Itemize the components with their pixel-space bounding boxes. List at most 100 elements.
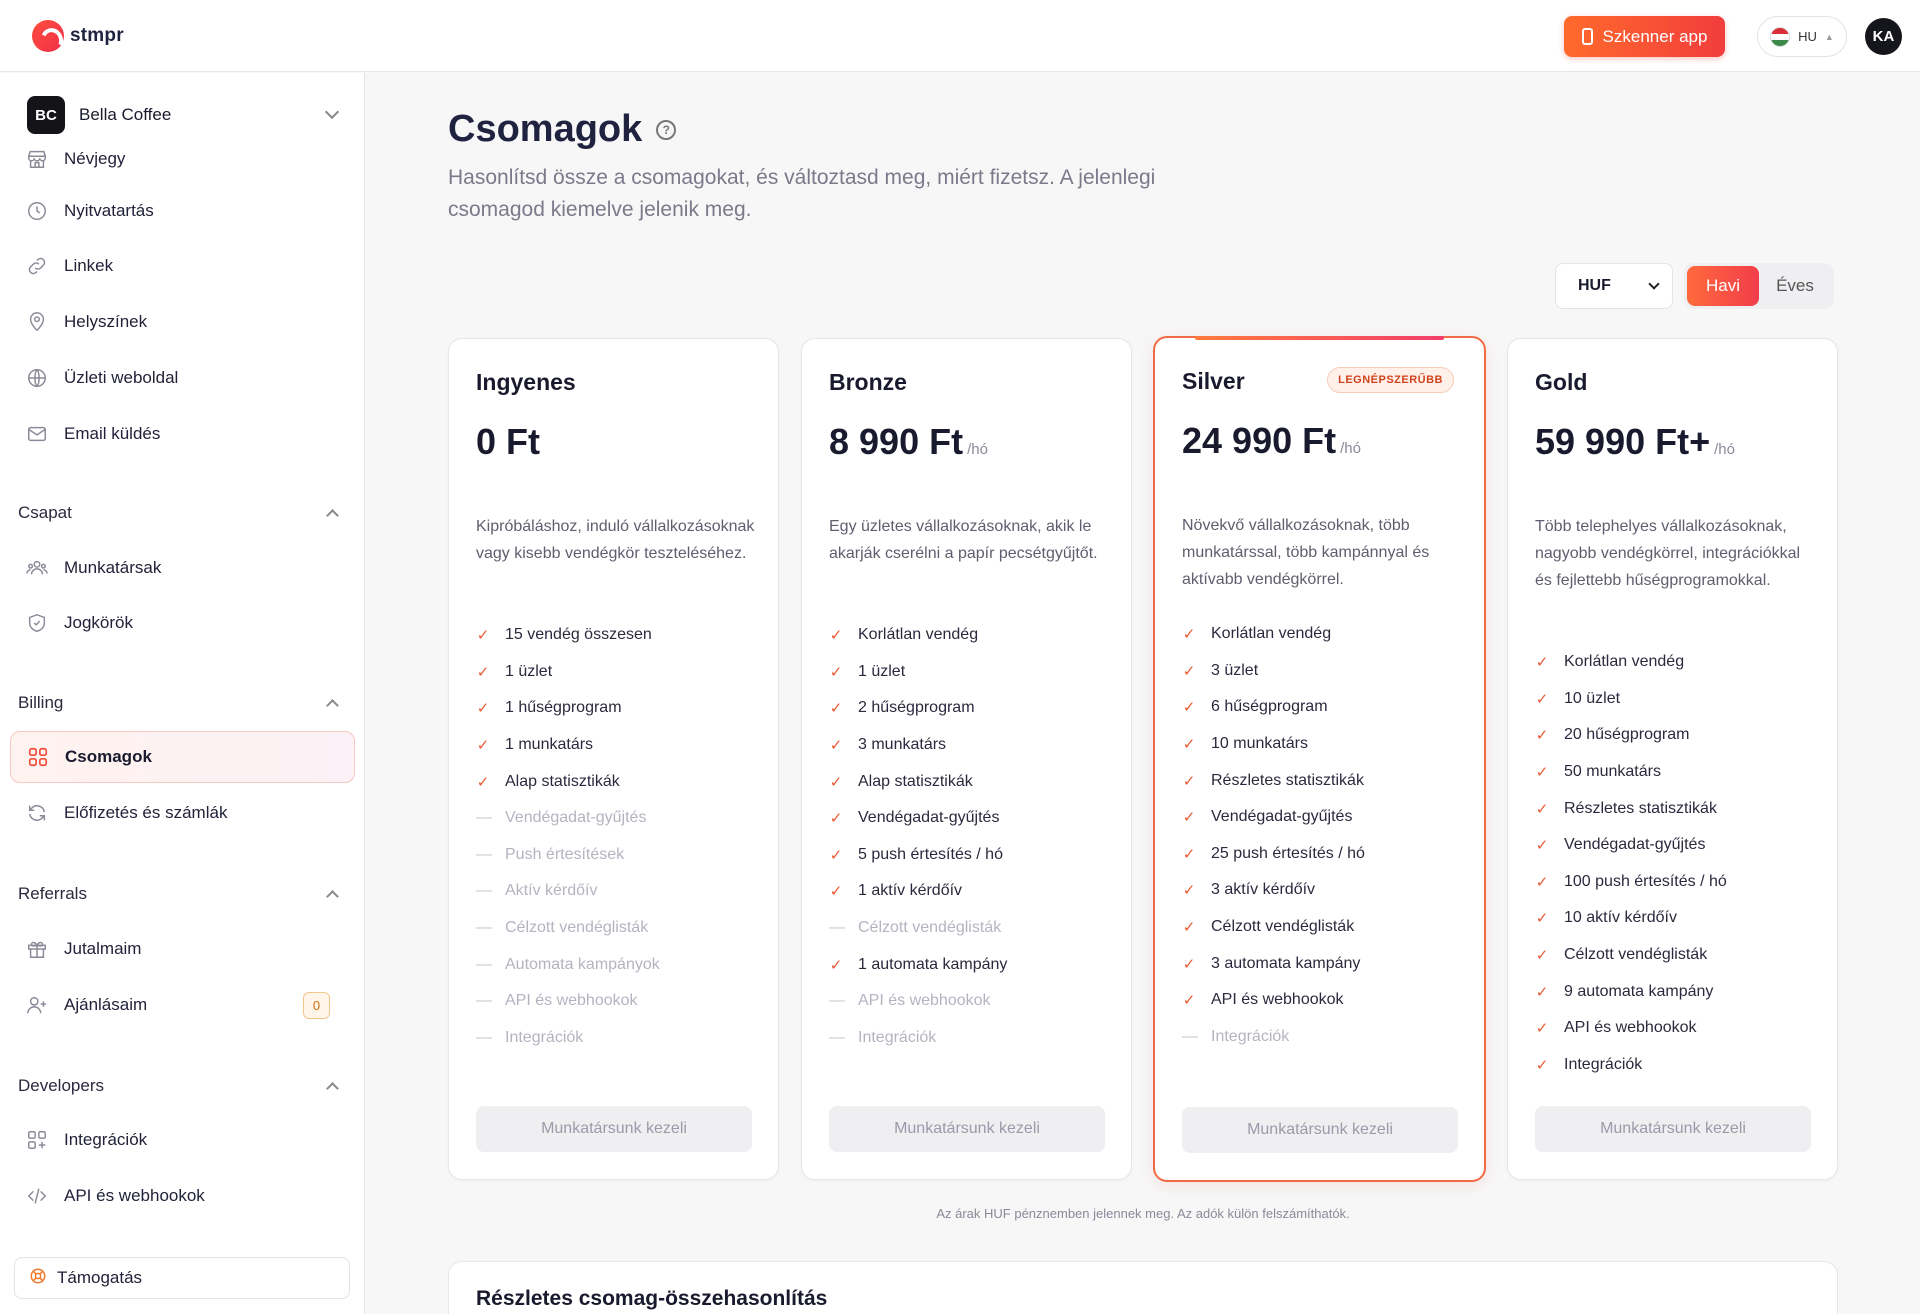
feature-item: ✓ 9 automata kampány [1535,973,1817,1010]
comparison-section: Részletes csomag-összehasonlítás [448,1261,1838,1314]
check-icon: ✓ [1182,626,1196,644]
dash-icon: — [476,882,492,900]
feature-item: — Integrációk [1182,1019,1464,1056]
plan-name: Gold [1535,369,1588,395]
plan-price: 8 990 Ft/hó [829,421,988,463]
feature-item: ✓ 3 automata kampány [1182,945,1464,982]
sidebar-item-linkek[interactable]: Linkek [10,240,355,292]
price-value: 0 Ft [476,421,541,462]
section-referrals[interactable]: Referrals [18,884,343,904]
phone-icon [1581,28,1593,45]
feature-list: ✓ Korlátlan vendég ✓ 10 üzlet ✓ 20 hűségprogr… [1535,644,1817,1083]
user-avatar[interactable]: KA [1865,18,1902,55]
sidebar-item-label: Üzleti weboldal [64,368,179,387]
check-icon: ✓ [1182,955,1196,973]
plan-action-button[interactable]: Munkatársunk kezeli [1535,1106,1811,1152]
feature-item: ✓ Célzott vendéglisták [1182,909,1464,946]
business-switcher[interactable]: BC Bella Coffee [27,95,340,135]
chevron-up-icon [326,509,339,522]
feature-item: ✓ API és webhookok [1182,982,1464,1019]
section-title: Developers [18,1076,104,1095]
section-developers[interactable]: Developers [18,1076,343,1096]
feature-item: ✓ Integrációk [1535,1047,1817,1084]
feature-text: Vendégadat-gyűjtés [1564,836,1706,854]
dash-icon: — [1182,1027,1198,1045]
language-selector[interactable]: HU ▲ [1757,16,1847,57]
sidebar-item-csomagok[interactable]: Csomagok [10,731,355,783]
plan-action-button[interactable]: Munkatársunk kezeli [829,1106,1105,1152]
support-button[interactable]: Támogatás [14,1257,350,1299]
check-icon: ✓ [1535,873,1549,891]
feature-item: ✓ 1 üzlet [476,654,758,691]
sidebar-item-label: Linkek [64,256,114,275]
feature-item: ✓ 6 hűségprogram [1182,689,1464,726]
feature-text: API és webhookok [1211,991,1344,1009]
feature-text: API és webhookok [505,992,638,1010]
feature-item: ✓ 15 vendég összesen [476,617,758,654]
plan-action-button[interactable]: Munkatársunk kezeli [476,1106,752,1152]
currency-select[interactable]: HUF [1555,263,1673,309]
check-icon: ✓ [1182,919,1196,937]
check-icon: ✓ [476,737,490,755]
sidebar-item-nyitvatartas[interactable]: Nyitvatartás [10,185,355,237]
dash-icon: — [476,919,492,937]
sidebar-item-uzleti-weboldal[interactable]: Üzleti weboldal [10,352,355,404]
section-team[interactable]: Csapat [18,503,343,523]
plan-action-button[interactable]: Munkatársunk kezeli [1182,1107,1458,1153]
page-subtitle: Hasonlítsd össze a csomagokat, és változ… [448,166,1156,221]
feature-item: ✓ Korlátlan vendég [829,617,1111,654]
feature-text: 25 push értesítés / hó [1211,844,1365,862]
sidebar-item-label: Integrációk [64,1130,148,1149]
logo[interactable]: stmpr [32,20,124,52]
sidebar-item-email-kuldes[interactable]: Email küldés [10,408,355,460]
scanner-app-button[interactable]: Szkenner app [1564,16,1725,57]
feature-item: ✓ Alap statisztikák [829,763,1111,800]
mail-icon [25,422,49,446]
check-icon: ✓ [1535,1020,1549,1038]
plan-name: Bronze [829,369,907,395]
feature-item: ✓ Vendégadat-gyűjtés [829,800,1111,837]
feature-item: ✓ 3 munkatárs [829,727,1111,764]
feature-item: ✓ 25 push értesítés / hó [1182,836,1464,873]
chevron-down-icon [1648,278,1660,290]
dash-icon: — [829,1028,845,1046]
plan-price: 0 Ft [476,421,540,463]
period-yearly-button[interactable]: Éves [1759,266,1831,306]
sidebar-item-elofizetes-es-szamlak[interactable]: Előfizetés és számlák [10,787,355,839]
sidebar-item-nevjegy[interactable]: Névjegy [10,133,355,185]
sidebar-item-helyszinek[interactable]: Helyszínek [10,296,355,348]
sidebar-item-api-es-webhookok[interactable]: API és webhookok [10,1170,355,1222]
check-icon: ✓ [829,700,843,718]
store-icon [25,147,49,171]
check-icon: ✓ [1535,983,1549,1001]
sidebar-item-jutalmaim[interactable]: Jutalmaim [10,923,355,975]
feature-item: — Push értesítések [476,837,758,874]
feature-text: Integrációk [1564,1055,1643,1073]
sidebar-item-ajanlasaim[interactable]: Ajánlásaim 0 [10,979,355,1031]
sidebar-item-jogkorok[interactable]: Jogkörök [10,597,355,649]
sidebar-item-label: Jutalmaim [64,939,142,958]
help-icon[interactable]: ? [656,119,677,140]
feature-text: 1 üzlet [858,662,906,680]
sidebar: BC Bella Coffee Névjegy Nyitvatartás Lin… [0,73,365,1314]
chevron-up-icon [326,890,339,903]
feature-text: 10 munkatárs [1211,735,1308,753]
plan-price: 24 990 Ft/hó [1182,420,1361,462]
check-icon: ✓ [476,663,490,681]
sidebar-item-munkatarsak[interactable]: Munkatársak [10,542,355,594]
section-billing[interactable]: Billing [18,693,343,713]
period-monthly-button[interactable]: Havi [1687,266,1759,306]
feature-text: 1 automata kampány [858,955,1008,973]
globe-icon [25,366,49,390]
check-icon: ✓ [829,810,843,828]
feature-text: Automata kampányok [505,955,660,973]
price-value: 24 990 Ft [1182,420,1337,461]
dash-icon: — [476,809,492,827]
feature-text: Részletes statisztikák [1211,771,1364,789]
sidebar-item-integraciok[interactable]: Integrációk [10,1114,355,1166]
feature-item: ✓ 3 aktív kérdőív [1182,872,1464,909]
code-icon [25,1184,49,1208]
feature-text: 5 push értesítés / hó [858,845,1003,863]
feature-text: 1 aktív kérdőív [858,882,963,900]
feature-text: 9 automata kampány [1564,982,1714,1000]
